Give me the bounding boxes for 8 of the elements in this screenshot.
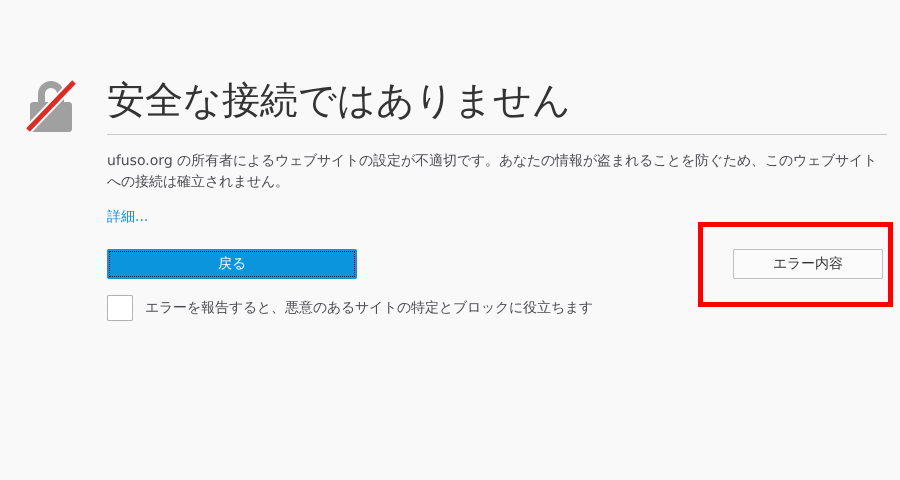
- error-details-button[interactable]: エラー内容: [733, 249, 883, 279]
- report-checkbox-label: エラーを報告すると、悪意のあるサイトの特定とブロックに役立ちます: [145, 299, 593, 317]
- broken-lock-icon: [24, 78, 78, 134]
- details-link[interactable]: 詳細...: [107, 207, 148, 227]
- back-button[interactable]: 戻る: [107, 249, 357, 279]
- report-checkbox[interactable]: [107, 295, 133, 321]
- page-title: 安全な接続ではありません: [107, 77, 572, 124]
- error-description: ufuso.org の所有者によるウェブサイトの設定が不適切です。あなたの情報が盗まれることを防ぐため、このウェブサイトへの接続は確立されません。: [107, 152, 878, 192]
